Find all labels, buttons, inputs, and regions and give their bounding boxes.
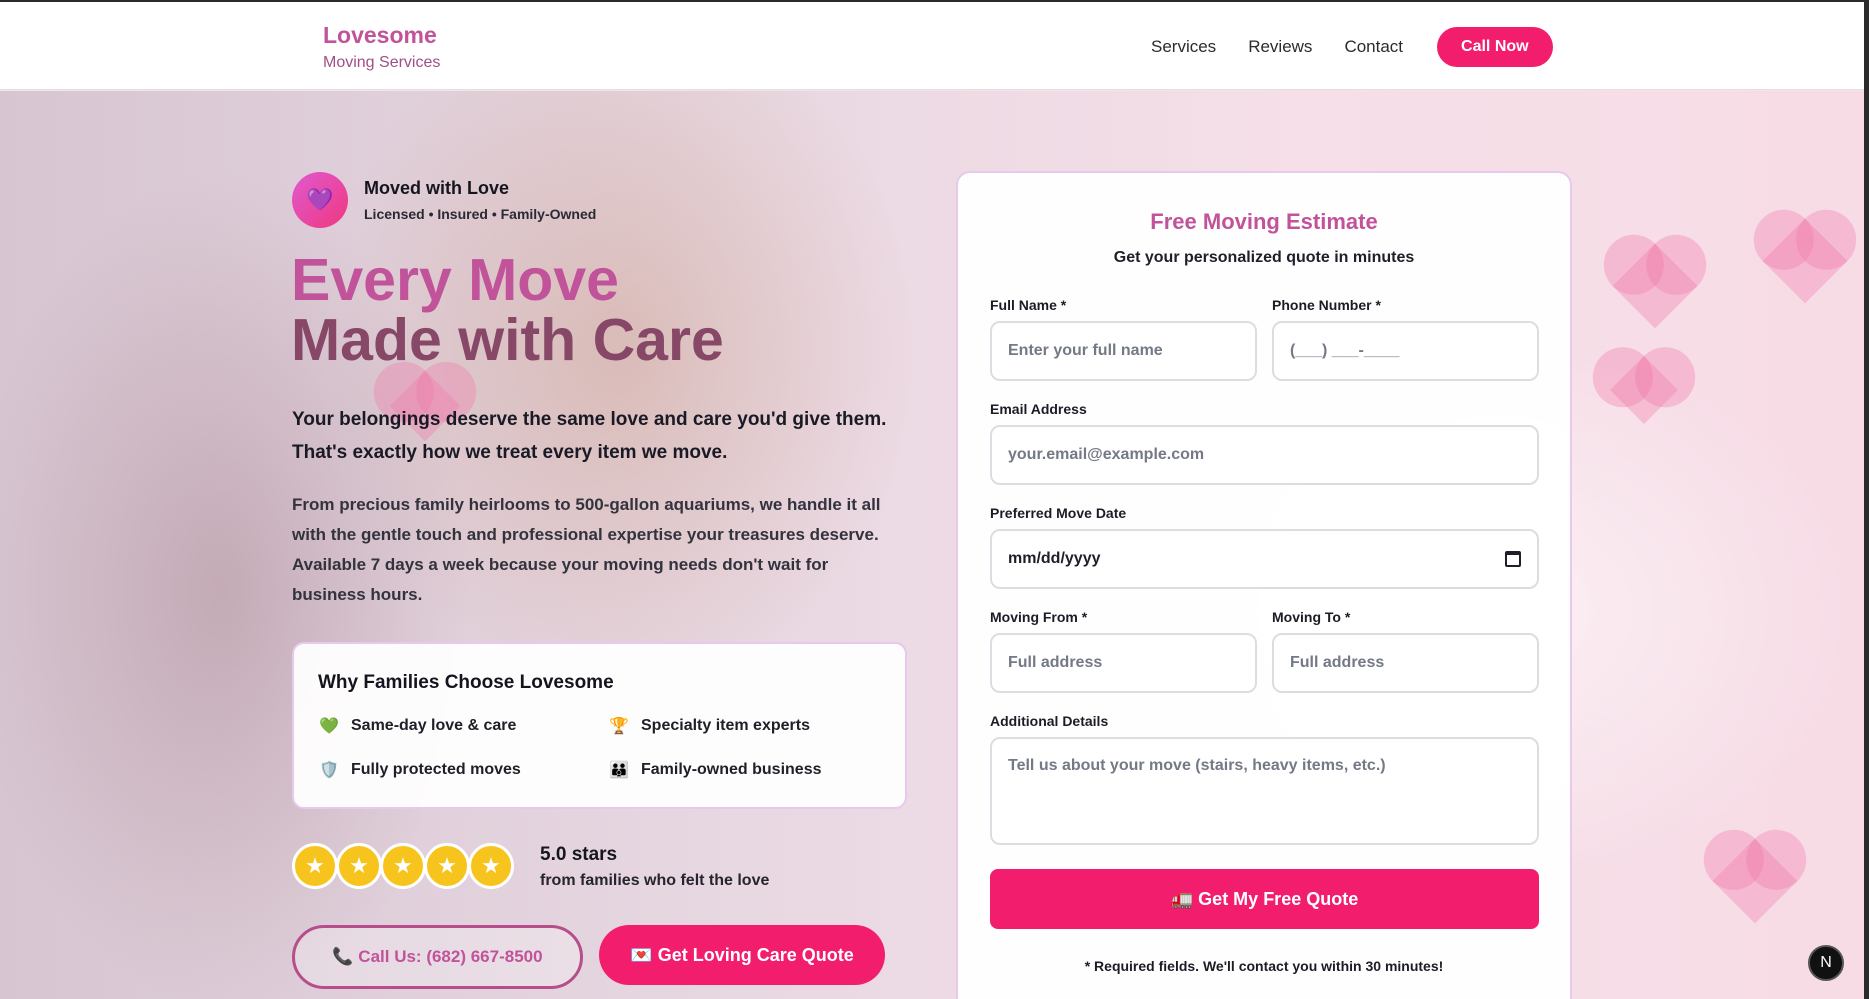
why-item: 💚 Same-day love & care <box>318 715 516 737</box>
green-heart-icon: 💚 <box>319 718 339 735</box>
phone-input[interactable] <box>1272 321 1539 381</box>
scrollbar[interactable] <box>1864 0 1869 999</box>
moving-to-label: Moving To * <box>1272 609 1351 625</box>
badge-title: Moved with Love <box>364 178 510 198</box>
get-free-quote-button[interactable]: 🚛 Get My Free Quote <box>990 869 1539 929</box>
call-us-button[interactable]: 📞 Call Us: (682) 667-8500 <box>292 925 583 989</box>
why-item: 🛡️ Fully protected moves <box>318 759 521 781</box>
site-header: Lovesome Moving Services Services Review… <box>0 2 1864 90</box>
moving-to-input[interactable] <box>1272 633 1539 693</box>
moving-from-input[interactable] <box>990 633 1257 693</box>
brand-subtitle: Moving Services <box>323 54 441 71</box>
headline-line-2: Made with Care <box>291 307 724 373</box>
main-nav: Services Reviews Contact Call Now <box>1151 27 1553 67</box>
brand-name: Lovesome <box>323 22 437 48</box>
star-icon: ★ <box>292 843 338 889</box>
decorative-heart-icon <box>1762 218 1848 304</box>
move-date-input[interactable]: mm/dd/yyyy <box>990 529 1539 589</box>
star-icon: ★ <box>424 843 470 889</box>
trophy-icon: 🏆 <box>609 718 629 735</box>
badge-subtitle: Licensed • Insured • Family-Owned <box>364 206 597 222</box>
shield-icon: 🛡️ <box>319 762 339 779</box>
dev-tools-badge[interactable]: N <box>1808 945 1844 981</box>
why-card-title: Why Families Choose Lovesome <box>318 672 614 693</box>
rating-subtitle: from families who felt the love <box>540 872 770 889</box>
rating-summary: 5.0 stars from families who felt the lov… <box>540 844 769 890</box>
star-rating: ★ ★ ★ ★ ★ <box>292 843 514 889</box>
form-subtitle: Get your personalized quote in minutes <box>1113 249 1415 266</box>
required-fields-note: * Required fields. We'll contact you wit… <box>1084 958 1444 974</box>
why-item-label: Fully protected moves <box>351 761 521 778</box>
phone-label: Phone Number * <box>1272 297 1381 313</box>
decorative-heart-icon <box>1612 243 1698 329</box>
star-icon: ★ <box>468 843 514 889</box>
additional-details-label: Additional Details <box>990 713 1109 729</box>
brand-logo[interactable]: Lovesome Moving Services <box>323 22 440 72</box>
calendar-icon[interactable] <box>1505 551 1521 567</box>
form-title: Free Moving Estimate <box>1150 209 1378 234</box>
nav-contact[interactable]: Contact <box>1344 37 1403 57</box>
nav-reviews[interactable]: Reviews <box>1248 37 1312 57</box>
hero-body: From precious family heirlooms to 500-ga… <box>292 495 881 604</box>
hero-headline: Every Move Made with Care <box>291 250 724 370</box>
decorative-heart-icon <box>1610 356 1678 424</box>
decorative-heart-icon <box>1712 838 1798 924</box>
why-item-label: Specialty item experts <box>641 717 810 734</box>
family-icon: 👪 <box>609 762 629 779</box>
move-date-label: Preferred Move Date <box>990 505 1127 521</box>
moved-with-love-badge: 💜 Moved with Love Licensed • Insured • F… <box>292 172 596 228</box>
email-input[interactable] <box>990 425 1539 485</box>
headline-line-1: Every Move <box>291 247 619 313</box>
get-loving-care-quote-button[interactable]: 💌 Get Loving Care Quote <box>599 925 885 985</box>
hero-lead: Your belongings deserve the same love an… <box>292 409 887 463</box>
star-icon: ★ <box>336 843 382 889</box>
additional-details-textarea[interactable] <box>990 737 1539 845</box>
why-item: 👪 Family-owned business <box>608 759 821 781</box>
rating-value: 5.0 stars <box>540 844 618 865</box>
why-item-label: Same-day love & care <box>351 717 517 734</box>
email-label: Email Address <box>990 401 1087 417</box>
star-icon: ★ <box>380 843 426 889</box>
moving-from-label: Moving From * <box>990 609 1088 625</box>
heart-icon: 💜 <box>292 172 348 228</box>
nav-services[interactable]: Services <box>1151 37 1216 57</box>
why-families-card: Why Families Choose Lovesome 💚 Same-day … <box>292 642 907 809</box>
move-date-value: mm/dd/yyyy <box>1008 550 1101 567</box>
hero-section <box>0 91 1864 999</box>
why-item-label: Family-owned business <box>641 761 822 778</box>
full-name-input[interactable] <box>990 321 1257 381</box>
call-now-button[interactable]: Call Now <box>1437 27 1553 67</box>
why-item: 🏆 Specialty item experts <box>608 715 810 737</box>
estimate-form: Free Moving Estimate Get your personaliz… <box>956 171 1572 999</box>
full-name-label: Full Name * <box>990 297 1067 313</box>
